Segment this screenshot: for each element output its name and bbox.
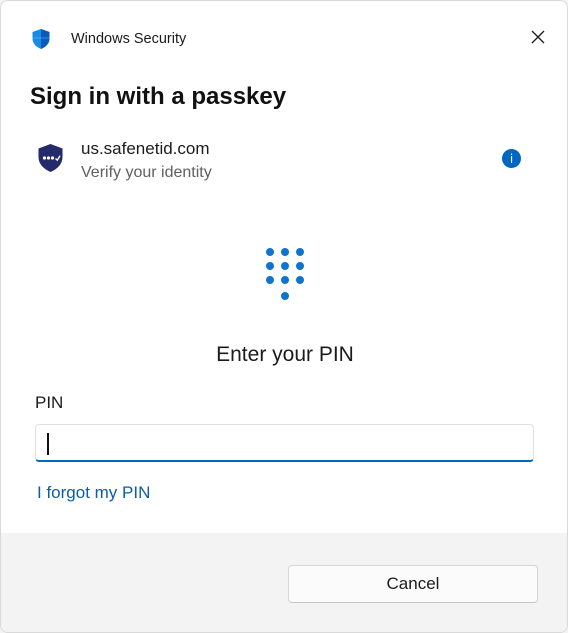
dialog-heading: Sign in with a passkey xyxy=(30,83,287,110)
close-icon xyxy=(531,30,545,49)
cancel-button[interactable]: Cancel xyxy=(288,565,538,603)
pin-label: PIN xyxy=(35,393,64,412)
dialog-footer: Cancel xyxy=(1,533,567,632)
shield-icon xyxy=(31,28,51,50)
passkey-dialog: Windows Security Sign in with a passkey … xyxy=(0,0,568,633)
site-domain: us.safenetid.com xyxy=(81,139,210,158)
pin-keypad-icon xyxy=(263,245,309,305)
relying-party-row: us.safenetid.com Verify your identity i xyxy=(37,137,527,187)
forgot-pin-link[interactable]: I forgot my PIN xyxy=(37,483,150,503)
info-icon[interactable]: i xyxy=(502,149,521,168)
title-bar: Windows Security xyxy=(1,1,567,73)
close-button[interactable] xyxy=(521,23,555,55)
info-glyph: i xyxy=(509,151,514,166)
app-title: Windows Security xyxy=(71,31,187,47)
site-subtitle: Verify your identity xyxy=(81,164,212,181)
text-caret xyxy=(47,433,49,455)
pin-input[interactable] xyxy=(35,424,534,462)
pin-prompt: Enter your PIN xyxy=(216,343,354,366)
safenet-shield-icon xyxy=(37,143,64,173)
